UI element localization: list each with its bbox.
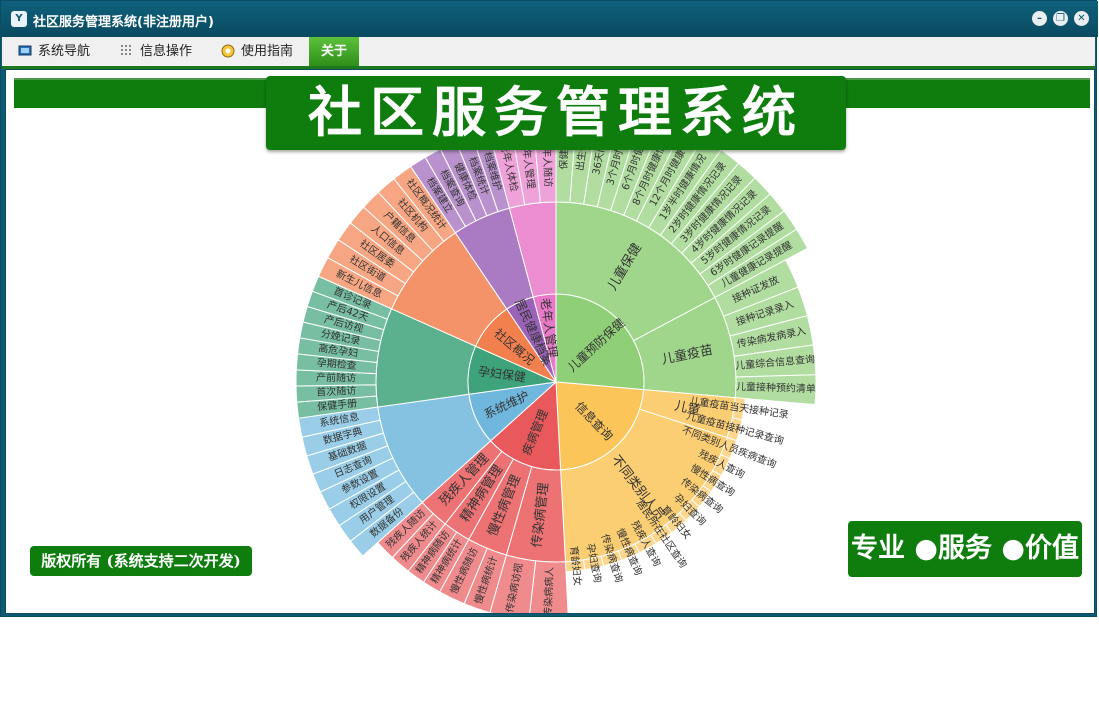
menu-label: 使用指南 — [241, 44, 294, 59]
slogan-badge: 专业 ●服务 ●价值 — [848, 521, 1082, 577]
menu-label: 系统导航 — [38, 44, 91, 59]
close-icon[interactable]: ✕ — [1074, 11, 1089, 26]
title-bar[interactable]: Y 社区服务管理系统(非注册用户) – ❐ ✕ — [1, 1, 1098, 37]
restore-icon[interactable]: ❐ — [1053, 11, 1068, 26]
menu-about[interactable]: 关于 — [309, 37, 360, 66]
grid-icon — [121, 45, 131, 55]
menu-label: 信息操作 — [140, 44, 193, 59]
copyright-badge: 版权所有 (系统支持二次开发) — [30, 546, 252, 576]
menu-system-nav[interactable]: 系统导航 — [14, 37, 90, 66]
minimize-icon[interactable]: – — [1032, 11, 1047, 26]
menu-info-ops[interactable]: 信息操作 — [116, 37, 192, 66]
monitor-icon — [18, 45, 32, 56]
menu-label: 关于 — [321, 44, 348, 59]
window-title: 社区服务管理系统(非注册用户) — [33, 15, 214, 30]
content-area: 儿童保健保健手册出生情况36天问询3个月时健康6个月时健康8个月时健康情况12个… — [5, 69, 1095, 614]
app-logo-icon: Y — [11, 11, 27, 27]
menu-bar: 系统导航 信息操作 使用指南 关于 — [2, 37, 1095, 69]
app-window: Y 社区服务管理系统(非注册用户) – ❐ ✕ 系统导航 信息操作 使用指南 关… — [0, 0, 1098, 617]
menu-guide[interactable]: 使用指南 — [217, 37, 293, 66]
system-banner: 社区服务管理系统 — [266, 76, 846, 150]
guide-icon — [221, 44, 235, 58]
